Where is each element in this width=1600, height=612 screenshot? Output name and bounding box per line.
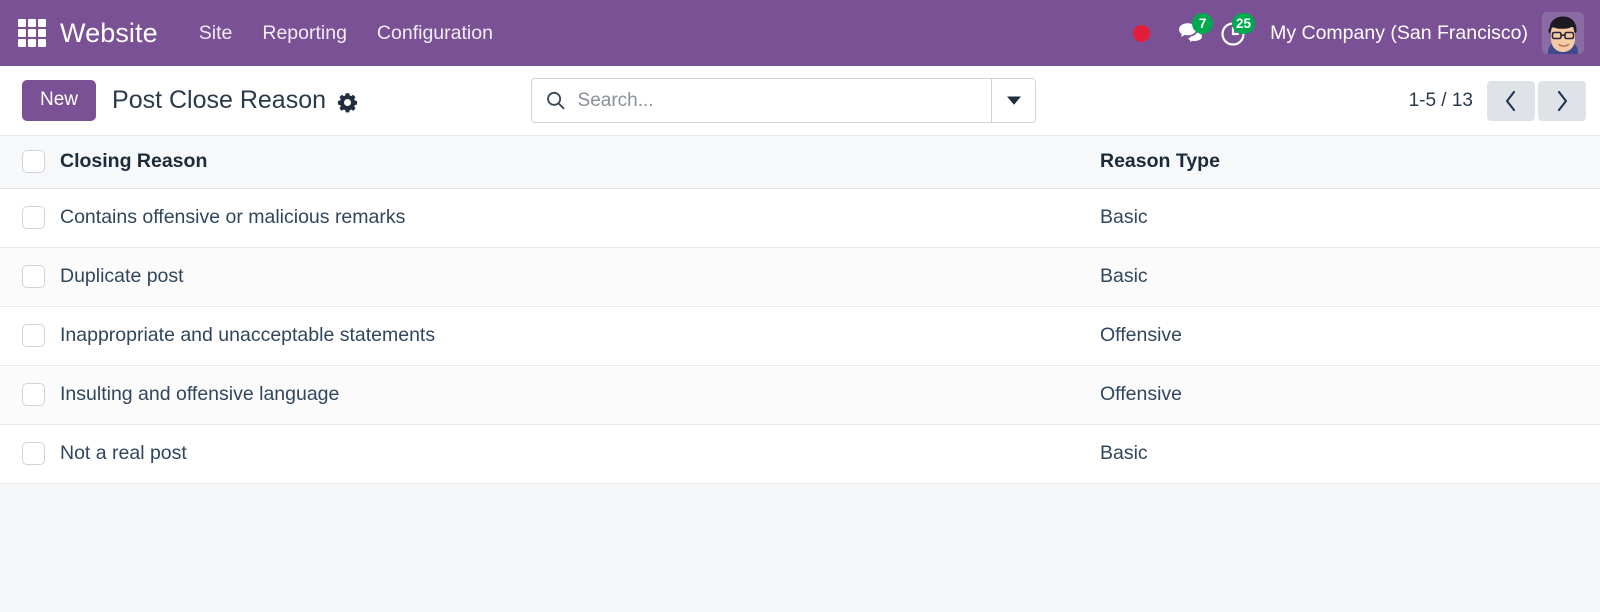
new-button[interactable]: New (22, 80, 96, 121)
cell-reason-type: Offensive (1100, 365, 1600, 424)
list-view-container: Closing Reason Reason Type Contains offe… (0, 136, 1600, 612)
search-dropdown-toggle[interactable] (991, 79, 1035, 122)
cell-reason-type: Basic (1100, 188, 1600, 247)
search-icon (546, 90, 566, 111)
company-switcher[interactable]: My Company (San Francisco) (1270, 22, 1528, 45)
search-input-area[interactable] (532, 79, 991, 122)
table-row[interactable]: Insulting and offensive language Offensi… (0, 365, 1600, 424)
gear-icon[interactable] (337, 92, 358, 113)
cell-closing-reason: Inappropriate and unacceptable statement… (60, 306, 1100, 365)
search-view (531, 78, 1036, 123)
messages-menu-button[interactable]: 7 (1170, 13, 1212, 53)
table-body: Contains offensive or malicious remarks … (0, 188, 1600, 483)
chevron-right-icon (1555, 90, 1569, 112)
cell-closing-reason: Duplicate post (60, 247, 1100, 306)
avatar[interactable] (1542, 12, 1584, 54)
cell-closing-reason: Insulting and offensive language (60, 365, 1100, 424)
top-navbar: Website Site Reporting Configuration 7 2… (0, 0, 1600, 66)
activities-counter-badge: 25 (1232, 13, 1255, 34)
menu-item-configuration[interactable]: Configuration (362, 16, 508, 51)
chevron-left-icon (1504, 90, 1518, 112)
row-checkbox[interactable] (22, 265, 45, 288)
table-row[interactable]: Inappropriate and unacceptable statement… (0, 306, 1600, 365)
control-panel: New Post Close Reason 1-5 / 13 (0, 66, 1600, 136)
column-header-closing-reason[interactable]: Closing Reason (60, 136, 1100, 188)
search-input[interactable] (578, 90, 991, 112)
row-select-cell (0, 424, 60, 483)
user-avatar-image (1542, 12, 1584, 54)
page-title: Post Close Reason (112, 86, 326, 115)
cell-reason-type: Offensive (1100, 306, 1600, 365)
select-all-checkbox[interactable] (22, 150, 45, 173)
caret-down-icon (1006, 95, 1022, 106)
cell-closing-reason: Not a real post (60, 424, 1100, 483)
records-table: Closing Reason Reason Type Contains offe… (0, 136, 1600, 484)
row-checkbox[interactable] (22, 442, 45, 465)
gear-icon-glyph (337, 92, 358, 113)
table-row[interactable]: Duplicate post Basic (0, 247, 1600, 306)
navbar-systray: 7 25 My Company (San Francisco) (1133, 12, 1588, 54)
app-brand-website[interactable]: Website (60, 18, 158, 49)
pager-next-button[interactable] (1538, 81, 1586, 121)
pager-previous-button[interactable] (1487, 81, 1535, 121)
menu-item-site[interactable]: Site (184, 16, 248, 51)
row-select-cell (0, 365, 60, 424)
cell-reason-type: Basic (1100, 247, 1600, 306)
cell-reason-type: Basic (1100, 424, 1600, 483)
table-header-row: Closing Reason Reason Type (0, 136, 1600, 188)
table-row[interactable]: Not a real post Basic (0, 424, 1600, 483)
apps-grid-icon[interactable] (18, 19, 46, 47)
cell-closing-reason: Contains offensive or malicious remarks (60, 188, 1100, 247)
main-menu: Site Reporting Configuration (184, 16, 508, 51)
select-all-cell (0, 136, 60, 188)
messages-counter-badge: 7 (1192, 13, 1213, 34)
column-header-reason-type[interactable]: Reason Type (1100, 136, 1600, 188)
row-checkbox[interactable] (22, 206, 45, 229)
menu-item-reporting[interactable]: Reporting (247, 16, 362, 51)
record-dot-icon (1133, 25, 1150, 42)
activities-menu-button[interactable]: 25 (1212, 13, 1254, 53)
row-select-cell (0, 188, 60, 247)
row-select-cell (0, 247, 60, 306)
row-checkbox[interactable] (22, 383, 45, 406)
row-select-cell (0, 306, 60, 365)
control-panel-right: 1-5 / 13 (1409, 81, 1586, 121)
table-row[interactable]: Contains offensive or malicious remarks … (0, 188, 1600, 247)
pager-value[interactable]: 1-5 / 13 (1409, 90, 1473, 112)
pager-buttons (1487, 81, 1586, 121)
table-header: Closing Reason Reason Type (0, 136, 1600, 188)
row-checkbox[interactable] (22, 324, 45, 347)
